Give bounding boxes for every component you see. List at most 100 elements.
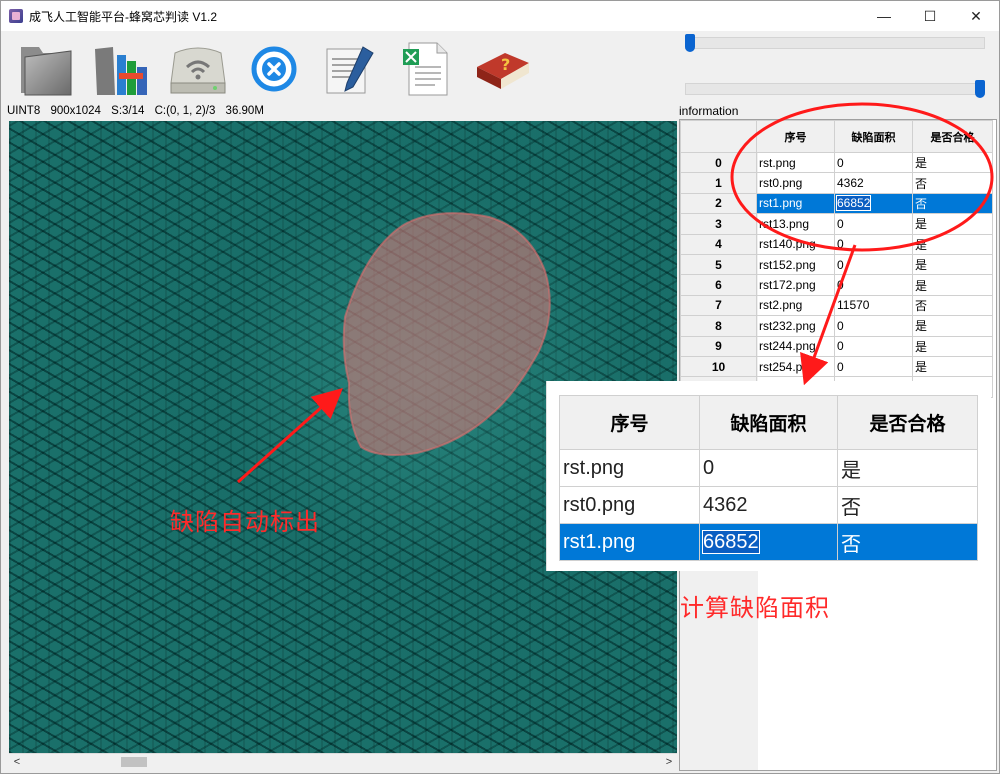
library-books-icon <box>95 47 147 95</box>
status-channels: C:(0, 1, 2)/3 <box>154 105 216 117</box>
table-row[interactable]: 1 rst0.png 4362 否 <box>680 172 993 194</box>
cell-defect-area[interactable]: 66852 <box>834 192 913 215</box>
app-icon <box>9 9 23 23</box>
cell-defect-area[interactable]: 0 <box>834 233 913 255</box>
row-index-header[interactable]: 8 <box>680 315 757 337</box>
wifi-device-button[interactable] <box>167 37 229 99</box>
table-row[interactable]: 10 rst254.png 0 是 <box>680 355 993 378</box>
edit-document-button[interactable] <box>319 37 381 99</box>
cell-qualified[interactable]: 是 <box>912 274 993 296</box>
cell-qualified[interactable]: 是 <box>912 315 993 337</box>
table-row[interactable]: 7 rst2.png 11570 否 <box>680 294 993 317</box>
table-row[interactable]: 6 rst172.png 0 是 <box>680 274 993 296</box>
row-index-header[interactable]: 3 <box>680 213 757 235</box>
library-button[interactable] <box>91 37 153 99</box>
cell-qualified[interactable]: 是 <box>912 151 993 174</box>
bottom-slider-thumb[interactable] <box>975 80 985 98</box>
toolbar: ? <box>1 31 677 105</box>
cell-defect-area[interactable]: 0 <box>834 151 913 174</box>
title-bar: 成飞人工智能平台-蜂窝芯判读 V1.2 — ☐ ✕ <box>1 1 999 31</box>
zoom-header-index: 序号 <box>559 395 700 450</box>
zoom-header-defect-area: 缺陷面积 <box>699 395 838 450</box>
table-row[interactable]: 3 rst13.png 0 是 <box>680 213 993 235</box>
svg-text:?: ? <box>501 55 510 74</box>
cell-file-name[interactable]: rst0.png <box>756 172 835 194</box>
horizontal-scrollbar[interactable]: < > <box>9 753 677 769</box>
cell-defect-area[interactable]: 0 <box>834 335 913 357</box>
status-dtype: UINT8 <box>7 105 41 117</box>
cell-qualified[interactable]: 是 <box>912 335 993 357</box>
zoom-table-row: rst1.png 66852 否 <box>559 523 978 561</box>
cell-file-name[interactable]: rst152.png <box>756 253 835 276</box>
close-button[interactable]: ✕ <box>953 1 999 31</box>
row-index-header[interactable]: 9 <box>680 335 757 357</box>
open-folder-button[interactable] <box>15 37 77 99</box>
cell-qualified[interactable]: 是 <box>912 213 993 235</box>
cell-file-name[interactable]: rst2.png <box>756 294 835 317</box>
status-memory: 36.90M <box>225 105 264 117</box>
row-index-header[interactable]: 7 <box>680 294 757 317</box>
row-index-header[interactable]: 5 <box>680 253 757 276</box>
maximize-button[interactable]: ☐ <box>907 1 953 31</box>
cell-file-name[interactable]: rst254.png <box>756 355 835 378</box>
table-row[interactable]: 9 rst244.png 0 是 <box>680 335 993 357</box>
header-qualified[interactable]: 是否合格 <box>912 120 993 153</box>
cell-file-name[interactable]: rst140.png <box>756 233 835 255</box>
bottom-slider-track[interactable] <box>685 83 985 95</box>
table-row[interactable]: 2 rst1.png 66852 否 <box>680 192 993 215</box>
cell-defect-area[interactable]: 0 <box>834 274 913 296</box>
zoom-cell-qualified: 否 <box>837 486 978 524</box>
row-index-header[interactable]: 4 <box>680 233 757 255</box>
zoom-table-row: rst0.png 4362 否 <box>559 486 978 524</box>
cell-file-name[interactable]: rst13.png <box>756 213 835 235</box>
row-index-header[interactable]: 1 <box>680 172 757 194</box>
zoom-cell-qualified: 否 <box>837 523 978 561</box>
close-file-button[interactable] <box>243 37 305 99</box>
window-title: 成飞人工智能平台-蜂窝芯判读 V1.2 <box>29 9 218 24</box>
cell-file-name[interactable]: rst244.png <box>756 335 835 357</box>
corner-header <box>680 120 757 153</box>
header-defect-area[interactable]: 缺陷面积 <box>834 120 913 153</box>
row-index-header[interactable]: 2 <box>680 192 757 215</box>
row-index-header[interactable]: 10 <box>680 355 757 378</box>
cell-defect-area[interactable]: 4362 <box>834 172 913 194</box>
cell-file-name[interactable]: rst.png <box>756 151 835 174</box>
cell-file-name[interactable]: rst1.png <box>756 192 835 215</box>
cell-defect-area[interactable]: 0 <box>834 253 913 276</box>
row-index-header[interactable]: 6 <box>680 274 757 296</box>
table-row[interactable]: 5 rst152.png 0 是 <box>680 253 993 276</box>
cell-defect-area[interactable]: 11570 <box>834 294 913 317</box>
cell-file-name[interactable]: rst232.png <box>756 315 835 337</box>
table-row[interactable]: 8 rst232.png 0 是 <box>680 315 993 337</box>
export-excel-button[interactable] <box>395 37 457 99</box>
help-button[interactable]: ? <box>471 37 533 99</box>
top-slider-thumb[interactable] <box>685 34 695 52</box>
scroll-left-icon[interactable]: < <box>9 754 25 770</box>
cell-qualified[interactable]: 是 <box>912 253 993 276</box>
top-slider-track[interactable] <box>685 37 985 49</box>
information-table: 序号 缺陷面积 是否合格 0 rst.png 0 是 1 rst0.png 4362 否 2 rs… <box>680 120 993 398</box>
cell-qualified[interactable]: 否 <box>912 172 993 194</box>
scroll-thumb[interactable] <box>121 757 147 767</box>
cell-qualified[interactable]: 是 <box>912 355 993 378</box>
row-index-header[interactable]: 0 <box>680 151 757 174</box>
cell-defect-area[interactable]: 0 <box>834 355 913 378</box>
minimize-button[interactable]: — <box>861 1 907 31</box>
cell-defect-area[interactable]: 0 <box>834 213 913 235</box>
cell-qualified[interactable]: 否 <box>912 192 993 215</box>
cell-qualified[interactable]: 是 <box>912 233 993 255</box>
table-row[interactable]: 0 rst.png 0 是 <box>680 151 993 174</box>
zoom-cell-defect-area: 0 <box>699 449 838 487</box>
zoom-header-qualified: 是否合格 <box>837 395 978 450</box>
cell-qualified[interactable]: 否 <box>912 294 993 317</box>
zoom-cell-defect-area: 4362 <box>699 486 838 524</box>
zoom-cell-defect-area-value: 66852 <box>702 529 760 554</box>
cell-file-name[interactable]: rst172.png <box>756 274 835 296</box>
scroll-right-icon[interactable]: > <box>661 754 677 770</box>
header-index[interactable]: 序号 <box>756 120 835 153</box>
cell-defect-area[interactable]: 0 <box>834 315 913 337</box>
open-folder-icon <box>21 47 72 96</box>
table-row[interactable]: 4 rst140.png 0 是 <box>680 233 993 255</box>
zoom-table-row: rst.png 0 是 <box>559 449 978 487</box>
zoomed-table-callout: 序号 缺陷面积 是否合格 rst.png 0 是 rst0.png 4362 否 rst1.… <box>546 381 991 571</box>
